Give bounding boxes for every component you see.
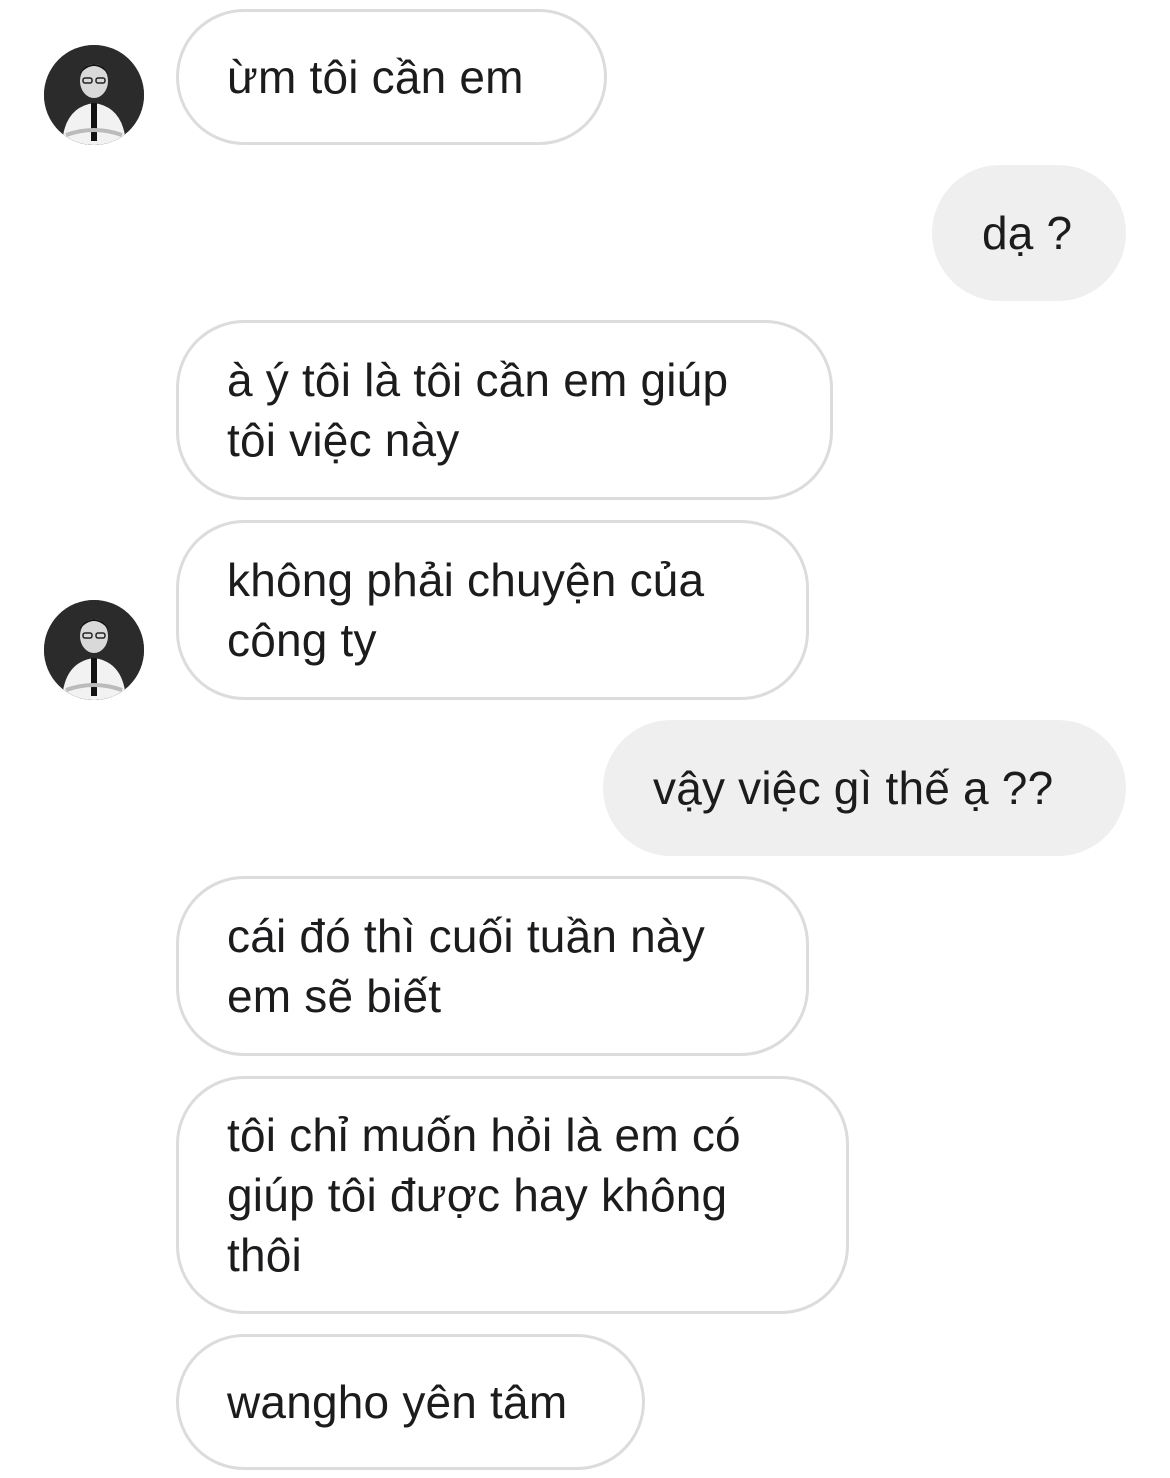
message-text: ừm tôi cần em (227, 51, 524, 103)
incoming-message[interactable]: ừm tôi cần em (176, 9, 607, 145)
incoming-message[interactable]: à ý tôi là tôi cần em giúp tôi việc này (176, 320, 833, 500)
message-text: cái đó thì cuối tuần này em sẽ biết (227, 910, 705, 1022)
incoming-message[interactable]: không phải chuyện của công ty (176, 520, 809, 700)
incoming-message[interactable]: cái đó thì cuối tuần này em sẽ biết (176, 876, 809, 1056)
message-text: không phải chuyện của công ty (227, 554, 705, 666)
message-text: dạ ? (982, 207, 1073, 259)
message-text: vậy việc gì thế ạ ?? (653, 762, 1054, 814)
chat-thread: ừm tôi cần em dạ ? à ý tôi là tôi cần em… (0, 0, 1170, 1478)
message-text: wangho yên tâm (227, 1376, 568, 1428)
contact-avatar-icon[interactable] (44, 45, 144, 145)
incoming-message[interactable]: tôi chỉ muốn hỏi là em có giúp tôi được … (176, 1076, 849, 1314)
contact-avatar-icon[interactable] (44, 600, 144, 700)
incoming-message[interactable]: wangho yên tâm (176, 1334, 645, 1470)
outgoing-message[interactable]: dạ ? (932, 165, 1126, 301)
message-text: à ý tôi là tôi cần em giúp tôi việc này (227, 354, 729, 466)
outgoing-message[interactable]: vậy việc gì thế ạ ?? (603, 720, 1126, 856)
message-text: tôi chỉ muốn hỏi là em có giúp tôi được … (227, 1109, 741, 1281)
